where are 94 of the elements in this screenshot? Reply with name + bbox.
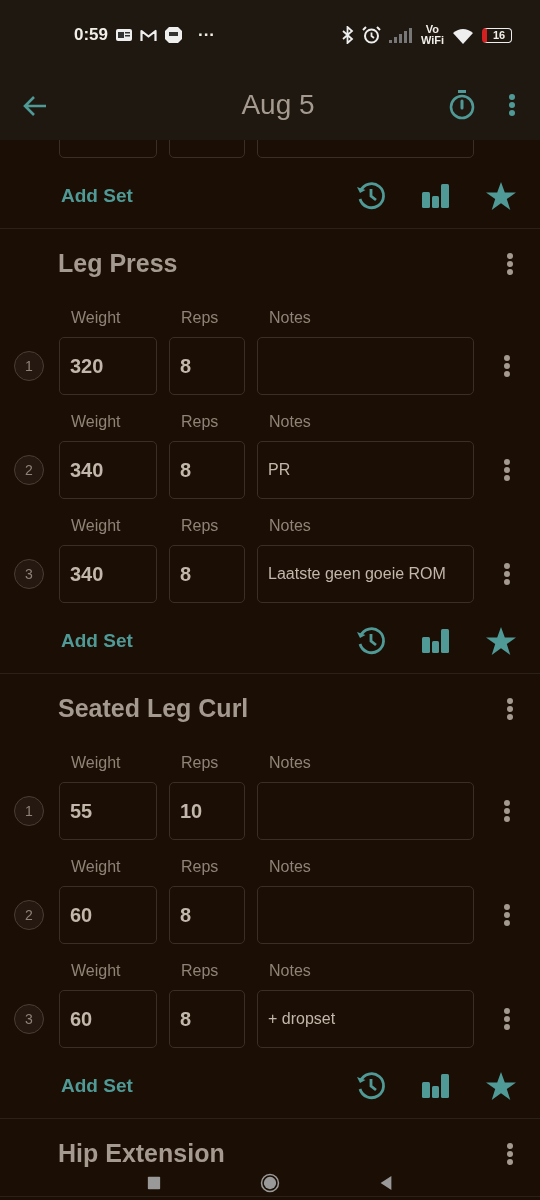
notes-field[interactable]: PR [257,441,474,499]
history-button[interactable] [356,1071,386,1101]
add-set-button[interactable]: Add Set [58,181,136,211]
wifi-icon [452,26,474,44]
exercise-title: Hip Extension [58,1140,225,1168]
more-vertical-icon [506,1142,514,1167]
field-label: Notes [268,858,311,875]
field-label: Weight [70,754,121,771]
field-label: Reps [180,517,219,534]
weight-field[interactable]: 320 [59,337,157,395]
back-arrow-icon [22,94,48,117]
weight-field[interactable]: 60 [59,990,157,1048]
field-label: Reps [180,309,219,326]
favorite-button[interactable] [486,1071,516,1101]
more-notifications: ··· [198,24,215,47]
field-label: Weight [70,858,121,875]
field-label: Reps [180,858,219,875]
field-label: Weight [70,413,121,430]
favorite-button[interactable] [486,181,516,211]
battery-indicator: 16 [482,27,512,43]
add-set-button[interactable]: Add Set [58,1071,136,1101]
add-set-button[interactable]: Add Set [58,626,136,656]
vowifi-label: WiFi [420,35,444,46]
stats-button[interactable] [422,183,450,209]
reps-field[interactable]: 10 [169,782,245,840]
status-time: 0:59 [74,24,109,47]
exercise-title: Leg Press [58,250,178,278]
field-label: Reps [180,754,219,771]
set-number: 1 [14,796,44,826]
bar-chart-icon [422,629,450,654]
bar-chart-icon [422,1074,450,1099]
star-icon [486,626,516,656]
ad-block-icon [165,27,183,43]
field-label: Reps [180,413,219,430]
more-vertical-icon [503,1007,511,1032]
star-icon [486,181,516,211]
reps-field[interactable]: 8 [169,886,245,944]
reps-field[interactable]: 8 [169,337,245,395]
history-button[interactable] [356,626,386,656]
mail-icon [140,28,158,42]
set-number: 2 [14,900,44,930]
more-vertical-icon [506,252,514,277]
field-label: Notes [268,413,311,430]
bar-chart-icon [422,184,450,209]
notes-field[interactable] [257,337,474,395]
vowifi-label: Vo [425,24,440,35]
field-label: Notes [268,309,311,326]
star-icon [486,1071,516,1101]
field-label: Weight [70,309,121,326]
history-icon [356,626,386,656]
favorite-button[interactable] [486,626,516,656]
stopwatch-icon [448,90,476,120]
screen-title: Aug 5 [240,88,316,122]
set-number: 3 [14,1004,44,1034]
more-vertical-icon [506,697,514,722]
set-number: 3 [14,559,44,589]
weight-field[interactable]: 340 [59,441,157,499]
field-label: Notes [268,517,311,534]
notes-field[interactable] [257,886,474,944]
field-label: Reps [180,962,219,979]
history-icon [356,181,386,211]
notes-field[interactable]: + dropset [257,990,474,1048]
reps-field[interactable]: 8 [169,441,245,499]
more-vertical-icon [508,93,516,118]
set-number: 1 [14,351,44,381]
more-vertical-icon [503,354,511,379]
reps-field[interactable]: 8 [169,545,245,603]
more-vertical-icon [503,458,511,483]
signal-icon [388,27,413,43]
reps-field[interactable]: 8 [169,990,245,1048]
back-button[interactable] [22,93,48,117]
notes-field[interactable]: Laatste geen goeie ROM [257,545,474,603]
alarm-icon [361,26,381,44]
weight-field[interactable]: 340 [59,545,157,603]
weight-field[interactable]: 60 [59,886,157,944]
stats-button[interactable] [422,628,450,654]
history-icon [356,1071,386,1101]
notes-field[interactable] [257,782,474,840]
history-button[interactable] [356,181,386,211]
exercise-title: Seated Leg Curl [58,695,249,723]
home-icon [260,1172,280,1193]
more-vertical-icon [503,562,511,587]
more-vertical-icon [503,903,511,928]
bluetooth-icon [341,26,354,44]
field-label: Notes [268,754,311,771]
field-label: Weight [70,962,121,979]
timer-button[interactable] [448,90,476,120]
set-number: 2 [14,455,44,485]
field-label: Weight [70,517,121,534]
field-label: Notes [268,962,311,979]
news-icon [116,29,133,41]
more-vertical-icon [503,799,511,824]
weight-field[interactable]: 55 [59,782,157,840]
stats-button[interactable] [422,1073,450,1099]
